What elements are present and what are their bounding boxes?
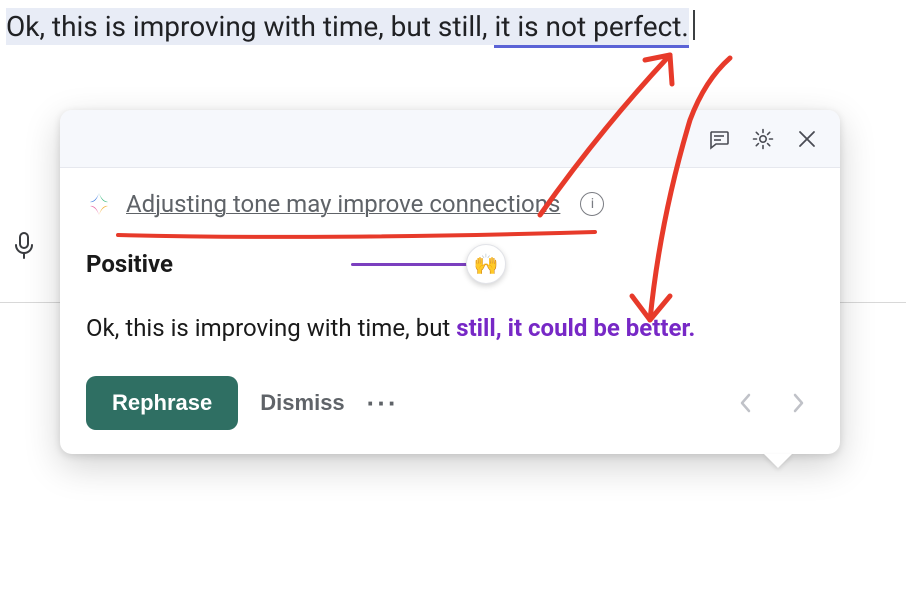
settings-button[interactable]	[744, 120, 782, 158]
slider-thumb[interactable]: 🙌	[466, 244, 506, 284]
voice-input-area	[10, 232, 38, 260]
app-logo-icon	[86, 191, 112, 217]
more-options-button[interactable]: ···	[367, 388, 399, 419]
editor-flagged-segment: it is not perfect.	[494, 8, 688, 48]
popup-header	[60, 110, 840, 168]
close-button[interactable]	[788, 120, 826, 158]
popup-body: Adjusting tone may improve connections i…	[60, 168, 840, 454]
editor-text-plain: Ok, this is improving with time, but sti…	[6, 8, 494, 45]
popup-heading: Adjusting tone may improve connections	[126, 190, 560, 218]
microphone-icon[interactable]	[10, 232, 38, 260]
tone-slider[interactable]: 🙌	[351, 246, 501, 282]
info-button[interactable]: i	[580, 192, 604, 216]
chat-icon	[707, 127, 731, 151]
feedback-button[interactable]	[700, 120, 738, 158]
info-icon: i	[591, 196, 594, 212]
suggestion-changed: still, it could be better.	[456, 314, 695, 342]
editor-text[interactable]: Ok, this is improving with time, but sti…	[6, 6, 900, 47]
chevron-right-icon	[790, 391, 806, 415]
dismiss-button[interactable]: Dismiss	[260, 390, 344, 416]
tone-suggestion-popup: Adjusting tone may improve connections i…	[60, 110, 840, 454]
text-cursor	[693, 10, 695, 40]
popup-actions: Rephrase Dismiss ···	[86, 376, 814, 430]
tone-slider-row: Positive 🙌	[86, 246, 814, 282]
prev-suggestion-button[interactable]	[730, 387, 762, 419]
popup-heading-row: Adjusting tone may improve connections i	[86, 190, 814, 218]
suggestion-pager	[730, 387, 814, 419]
next-suggestion-button[interactable]	[782, 387, 814, 419]
tone-label: Positive	[86, 250, 173, 278]
gear-icon	[751, 127, 775, 151]
raised-hands-emoji-icon: 🙌	[474, 252, 499, 276]
suggestion-unchanged: Ok, this is improving with time, but	[86, 314, 456, 342]
rephrase-button[interactable]: Rephrase	[86, 376, 238, 430]
chevron-left-icon	[738, 391, 754, 415]
close-icon	[797, 129, 817, 149]
suggestion-text: Ok, this is improving with time, but sti…	[86, 310, 814, 346]
